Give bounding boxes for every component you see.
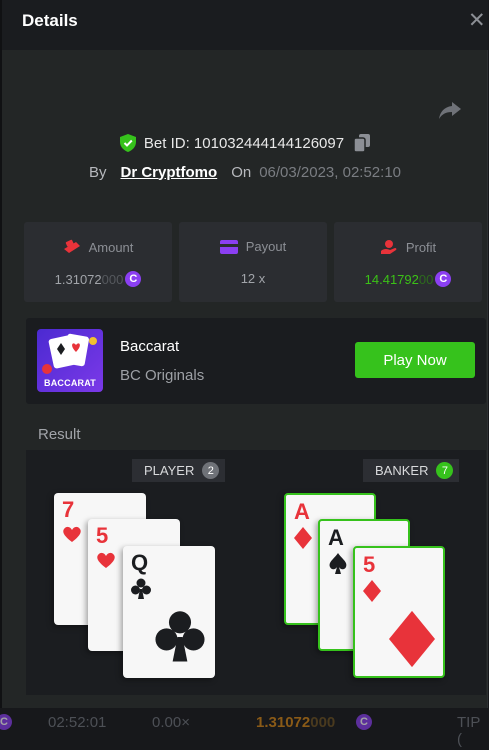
row-amount: 1.31072	[256, 714, 311, 731]
club-icon	[131, 578, 151, 599]
user-link[interactable]: Dr Cryptfomo	[121, 164, 218, 181]
copy-icon[interactable]	[354, 134, 371, 152]
on-label: On	[231, 163, 252, 181]
profit-value-dim: 00	[418, 271, 434, 287]
payout-label: Payout	[245, 239, 287, 254]
bet-id-row: Bet ID: 101032444144126097	[2, 132, 488, 154]
diamond-icon	[389, 610, 435, 668]
diamond-icon	[294, 527, 312, 549]
row-amount-dim: 000	[310, 714, 336, 731]
details-modal: Details ✕ Bet ID: 101032444144126097 By …	[2, 0, 488, 708]
game-card: BACCARAT Baccarat BC Originals Play Now	[26, 318, 486, 404]
result-area: PLAYER 2 BANKER 7 7 5 Q A A 5	[26, 450, 486, 695]
coin-icon: C	[125, 271, 142, 287]
row-multiplier: 0.00×	[152, 714, 190, 731]
profit-icon	[380, 240, 397, 254]
payout-value: 12 x	[240, 271, 266, 286]
amount-icon	[63, 239, 80, 253]
amount-value-dim: 000	[101, 271, 124, 287]
banker-card-3: 5	[353, 546, 445, 678]
result-label: Result	[38, 426, 81, 443]
heart-icon	[97, 552, 115, 568]
banker-score: 7	[436, 462, 454, 479]
coin-icon: C	[0, 714, 12, 730]
card-rank: 5	[363, 552, 376, 577]
heart-icon	[63, 526, 81, 542]
card-rank: 7	[62, 497, 75, 522]
stat-payout: Payout 12 x	[179, 222, 327, 302]
banker-tag: BANKER 7	[363, 459, 460, 482]
baccarat-thumbnail[interactable]: BACCARAT	[37, 329, 103, 392]
card-rank: A	[328, 525, 344, 550]
spade-icon	[329, 553, 347, 574]
row-time: 02:52:01	[48, 714, 107, 731]
player-label: PLAYER	[144, 463, 195, 478]
verified-shield-icon	[119, 134, 136, 152]
amount-label: Amount	[88, 239, 134, 255]
cards-icon	[42, 333, 97, 374]
banker-label: BANKER	[375, 463, 429, 478]
player-score: 2	[202, 462, 220, 479]
profit-value: 14.41792	[364, 271, 419, 287]
bet-meta-row: By Dr Cryptfomo On 06/03/2023, 02:52:10	[2, 162, 488, 182]
modal-title: Details	[22, 11, 78, 30]
thumb-label: BACCARAT	[44, 378, 96, 388]
profit-label: Profit	[405, 239, 437, 255]
game-name[interactable]: Baccarat	[120, 338, 179, 355]
amount-value: 1.31072	[54, 271, 102, 287]
card-rank: 5	[96, 523, 109, 548]
by-label: By	[89, 163, 107, 181]
background-bet-row: C 02:52:01 0.00× 1.31072000 C TIP (	[0, 708, 489, 750]
stat-profit: Profit 14.41792 00 C	[334, 222, 482, 302]
bet-date: 06/03/2023, 02:52:10	[259, 163, 401, 181]
bet-id: Bet ID: 101032444144126097	[143, 134, 345, 152]
player-tag: PLAYER 2	[132, 459, 226, 482]
card-rank: Q	[131, 550, 149, 575]
coin-icon: C	[356, 714, 372, 730]
play-now-button[interactable]: Play Now	[355, 342, 475, 378]
diamond-icon	[363, 580, 381, 602]
card-rank: A	[294, 499, 310, 524]
share-icon[interactable]	[436, 96, 464, 124]
modal-header: Details ✕	[2, 0, 488, 50]
club-icon	[155, 611, 205, 662]
coin-icon: C	[435, 271, 452, 287]
payout-icon	[219, 239, 238, 254]
close-icon[interactable]: ✕	[468, 10, 489, 32]
row-tip: TIP (	[457, 714, 481, 748]
stat-amount: Amount 1.31072 000 C	[24, 222, 172, 302]
game-provider: BC Originals	[120, 367, 205, 384]
player-card-3: Q	[123, 546, 215, 678]
